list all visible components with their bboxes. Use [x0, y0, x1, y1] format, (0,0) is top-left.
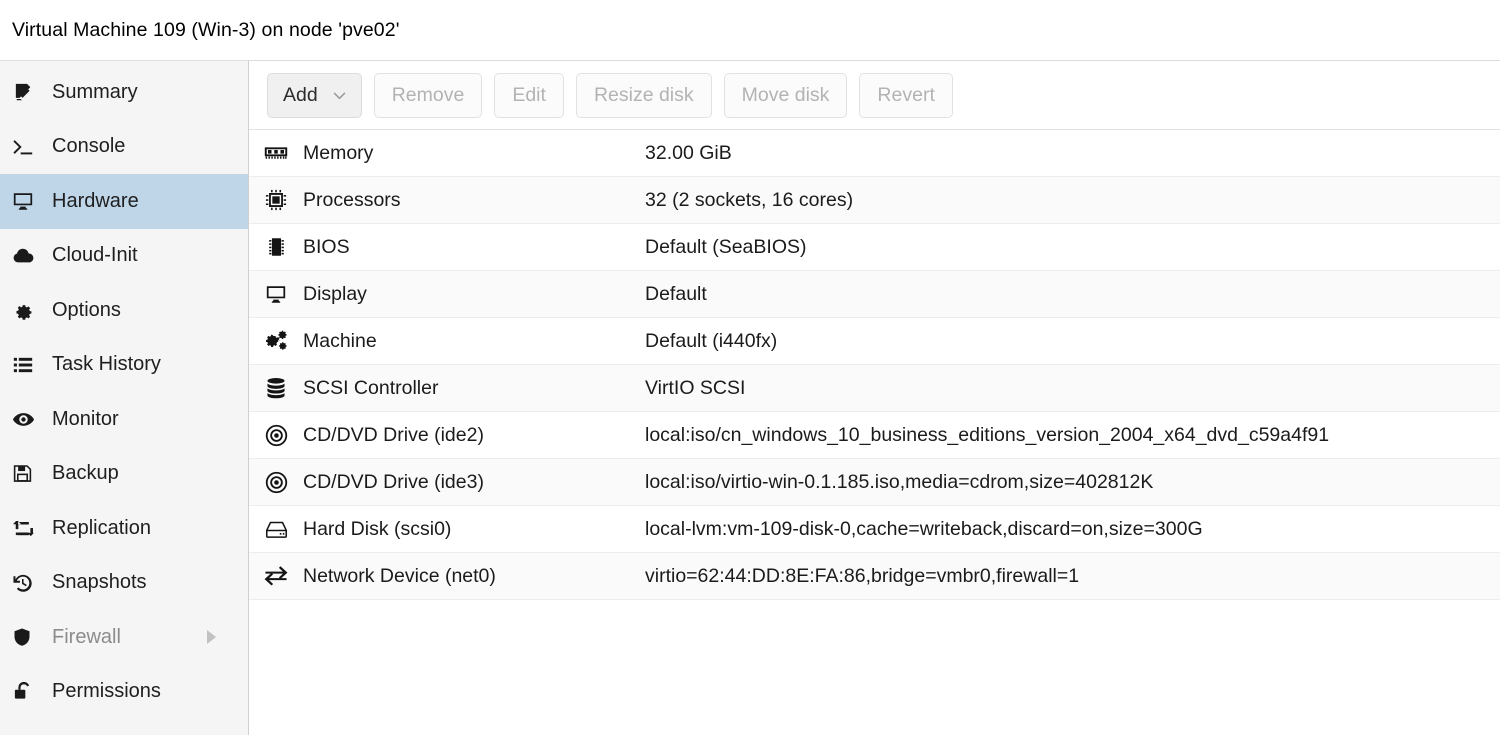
button-label: Move disk: [742, 84, 830, 107]
retweet-icon: [12, 517, 42, 540]
table-row[interactable]: Network Device (net0)virtio=62:44:DD:8E:…: [249, 553, 1500, 600]
list-icon: [12, 354, 42, 376]
network-icon: [255, 566, 297, 586]
sidebar-item-label: Console: [52, 135, 125, 158]
hardware-value: 32.00 GiB: [645, 142, 1500, 165]
hardware-value: Default: [645, 283, 1500, 306]
hardware-key: Machine: [303, 330, 643, 353]
hardware-toolbar: Add Remove Edit Resize disk Move disk Revert: [249, 61, 1500, 130]
sidebar-item-backup[interactable]: Backup: [0, 447, 248, 502]
sidebar-item-summary[interactable]: Summary: [0, 65, 248, 120]
hardware-table: Memory32.00 GiBProcessors32 (2 sockets, …: [249, 130, 1500, 735]
button-label: Remove: [392, 84, 465, 107]
table-row[interactable]: Memory32.00 GiB: [249, 130, 1500, 177]
hardware-value: virtio=62:44:DD:8E:FA:86,bridge=vmbr0,fi…: [645, 565, 1500, 588]
sidebar-item-label: Backup: [52, 462, 119, 485]
hardware-key: CD/DVD Drive (ide3): [303, 471, 643, 494]
floppy-disk-icon: [12, 463, 42, 484]
table-row[interactable]: MachineDefault (i440fx): [249, 318, 1500, 365]
hardware-value: local:iso/virtio-win-0.1.185.iso,media=c…: [645, 471, 1500, 494]
table-row[interactable]: DisplayDefault: [249, 271, 1500, 318]
hardware-value: Default (SeaBIOS): [645, 236, 1500, 259]
page-title: Virtual Machine 109 (Win-3) on node 'pve…: [12, 19, 400, 42]
hardware-key: BIOS: [303, 236, 643, 259]
unlock-icon: [12, 681, 42, 703]
history-icon: [12, 572, 42, 594]
sidebar-item-console[interactable]: Console: [0, 120, 248, 175]
sidebar-item-label: Hardware: [52, 190, 139, 213]
sidebar-item-label: Options: [52, 299, 121, 322]
sidebar-item-label: Cloud-Init: [52, 244, 138, 267]
proxmox-vm-hardware-page: Virtual Machine 109 (Win-3) on node 'pve…: [0, 0, 1500, 735]
sidebar-item-cloud-init[interactable]: Cloud-Init: [0, 229, 248, 284]
sidebar-item-label: Firewall: [52, 626, 121, 649]
hardware-value: VirtIO SCSI: [645, 377, 1500, 400]
sidebar-item-label: Snapshots: [52, 571, 147, 594]
cd-drive-icon: [255, 424, 297, 447]
hardware-value: local-lvm:vm-109-disk-0,cache=writeback,…: [645, 518, 1500, 541]
button-label: Resize disk: [594, 84, 694, 107]
hardware-value: Default (i440fx): [645, 330, 1500, 353]
add-button[interactable]: Add: [267, 73, 362, 118]
hardware-key: SCSI Controller: [303, 377, 643, 400]
memory-icon: [255, 145, 297, 161]
table-row[interactable]: BIOSDefault (SeaBIOS): [249, 224, 1500, 271]
button-label: Edit: [512, 84, 546, 107]
body-split: Summary Console Hardware Cloud-Init Options T…: [0, 61, 1500, 735]
remove-button: Remove: [374, 73, 483, 118]
sidebar-item-hardware[interactable]: Hardware: [0, 174, 248, 229]
table-row[interactable]: SCSI ControllerVirtIO SCSI: [249, 365, 1500, 412]
table-row[interactable]: Processors32 (2 sockets, 16 cores): [249, 177, 1500, 224]
content-panel: AddRemoveEditResize diskMove diskRevert …: [249, 61, 1500, 735]
hardware-key: Display: [303, 283, 643, 306]
hardware-key: Hard Disk (scsi0): [303, 518, 643, 541]
hard-disk-icon: [255, 520, 297, 539]
hardware-key: Memory: [303, 142, 643, 165]
sidebar-item-label: Monitor: [52, 408, 119, 431]
book-icon: [12, 81, 42, 103]
bios-chip-icon: [255, 236, 297, 258]
sidebar-item-firewall[interactable]: Firewall: [0, 610, 248, 665]
button-label: Revert: [877, 84, 934, 107]
sidebar-item-task-history[interactable]: Task History: [0, 338, 248, 393]
sidebar-nav: Summary Console Hardware Cloud-Init Options T…: [0, 61, 249, 735]
sidebar-item-options[interactable]: Options: [0, 283, 248, 338]
sidebar-item-label: Summary: [52, 81, 138, 104]
table-row[interactable]: Hard Disk (scsi0)local-lvm:vm-109-disk-0…: [249, 506, 1500, 553]
hardware-value: local:iso/cn_windows_10_business_edition…: [645, 424, 1500, 447]
shield-icon: [12, 626, 42, 648]
move-disk-button: Move disk: [724, 73, 848, 118]
sidebar-item-permissions[interactable]: Permissions: [0, 665, 248, 720]
table-row[interactable]: CD/DVD Drive (ide2)local:iso/cn_windows_…: [249, 412, 1500, 459]
sidebar-item-label: Permissions: [52, 680, 161, 703]
cd-drive-icon: [255, 471, 297, 494]
hardware-key: Processors: [303, 189, 643, 212]
resize-disk-button: Resize disk: [576, 73, 712, 118]
display-icon: [255, 283, 297, 305]
page-header: Virtual Machine 109 (Win-3) on node 'pve…: [0, 0, 1500, 61]
gear-icon: [12, 299, 42, 321]
sidebar-item-replication[interactable]: Replication: [0, 501, 248, 556]
chevron-right-icon[interactable]: [207, 630, 216, 644]
sidebar-item-label: Task History: [52, 353, 161, 376]
terminal-icon: [12, 136, 42, 158]
gears-icon: [255, 330, 297, 352]
cpu-icon: [255, 189, 297, 211]
hardware-key: CD/DVD Drive (ide2): [303, 424, 643, 447]
hardware-key: Network Device (net0): [303, 565, 643, 588]
hardware-value: 32 (2 sockets, 16 cores): [645, 189, 1500, 212]
cloud-icon: [12, 244, 42, 267]
sidebar-item-monitor[interactable]: Monitor: [0, 392, 248, 447]
sidebar-item-snapshots[interactable]: Snapshots: [0, 556, 248, 611]
button-label: Add: [283, 84, 318, 107]
chevron-down-icon[interactable]: [331, 87, 348, 104]
table-row[interactable]: CD/DVD Drive (ide3)local:iso/virtio-win-…: [249, 459, 1500, 506]
revert-button: Revert: [859, 73, 952, 118]
database-icon: [255, 377, 297, 399]
display-icon: [12, 190, 42, 212]
sidebar-item-label: Replication: [52, 517, 151, 540]
edit-button: Edit: [494, 73, 564, 118]
eye-icon: [12, 408, 42, 431]
